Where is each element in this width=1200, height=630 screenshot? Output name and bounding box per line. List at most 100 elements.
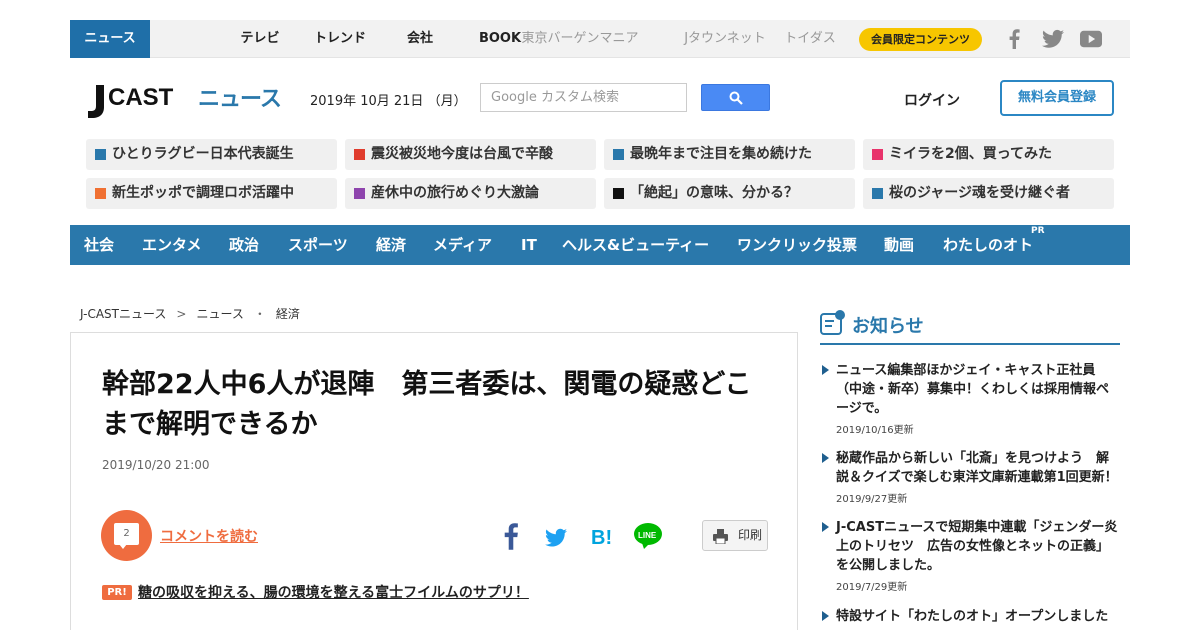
- trending-label: 産休中の旅行めぐり大激論: [371, 185, 539, 201]
- notice-heading: お知らせ: [852, 316, 924, 337]
- trending-link[interactable]: ミイラを2個、買ってみた: [863, 139, 1114, 170]
- trending-link[interactable]: 「絶起」の意味、分かる？: [604, 178, 855, 209]
- trending-label: 「絶起」の意味、分かる？: [630, 185, 798, 201]
- trending-link[interactable]: ひとりラグビー日本代表誕生: [86, 139, 337, 170]
- notice-text[interactable]: ニュース編集部ほかジェイ・キャスト正社員（中途・新卒）募集中！くわしくは採用情報…: [836, 361, 1120, 418]
- notice-text[interactable]: 特設サイト「わたしのオト」オープンしました: [836, 607, 1120, 626]
- top-nav: ニュース テレビ トレンド 会社 BOOK 東京バーゲンマニア Jタウンネット …: [70, 20, 1130, 58]
- color-square: [95, 149, 106, 160]
- notice-text[interactable]: 秘蔵作品から新しい「北斎」を見つけよう 解説＆クイズで楽しむ東洋文庫新連載第1回…: [836, 449, 1120, 487]
- breadcrumb-home[interactable]: J-CASTニュース: [80, 307, 166, 321]
- svg-text:LINE: LINE: [638, 531, 657, 540]
- trending-label: ひとりラグビー日本代表誕生: [112, 146, 294, 162]
- category-health-beauty[interactable]: ヘルス&ビューティー: [562, 225, 709, 265]
- arrow-right-icon: [822, 453, 829, 463]
- color-square: [613, 188, 624, 199]
- search-input[interactable]: Google カスタム検索: [480, 83, 687, 112]
- sponsored-link[interactable]: 糖の吸収を抑える、腸の環境を整える富士フイルムのサプリ！: [138, 582, 529, 602]
- print-button[interactable]: 印刷: [702, 520, 768, 551]
- link-j-town-net[interactable]: Jタウンネット: [670, 20, 780, 58]
- youtube-icon[interactable]: [1080, 29, 1102, 49]
- trending-link[interactable]: 桜のジャージ魂を受け継ぐ者: [863, 178, 1114, 209]
- svg-text:ニュース: ニュース: [198, 87, 281, 112]
- category-one-click-poll[interactable]: ワンクリック投票: [737, 225, 857, 265]
- trending-label: 新生ポッポで調理ロボ活躍中: [112, 185, 294, 201]
- notice-item[interactable]: 特設サイト「わたしのオト」オープンしました: [820, 607, 1120, 626]
- top-tab-trend[interactable]: トレンド: [300, 20, 380, 58]
- svg-text:B!: B!: [591, 527, 612, 549]
- hatena-bookmark-icon[interactable]: B!: [590, 522, 614, 550]
- pr-label: PR: [1031, 226, 1045, 236]
- twitter-icon[interactable]: [545, 522, 567, 550]
- comment-bubble-tail: [119, 544, 127, 549]
- category-it[interactable]: IT: [521, 225, 537, 265]
- facebook-icon[interactable]: [503, 522, 519, 550]
- category-sports[interactable]: スポーツ: [288, 225, 348, 265]
- article-card: 幹部22人中6人が退陣 第三者委は、関電の疑惑どこまで解明できるか 2019/1…: [70, 332, 798, 630]
- current-date: 2019年 10月 21日 （月）: [310, 94, 467, 109]
- color-square: [95, 188, 106, 199]
- search-button[interactable]: [701, 84, 770, 111]
- printer-icon: [713, 529, 728, 544]
- facebook-icon[interactable]: [1007, 29, 1021, 49]
- trending-link[interactable]: 震災被災地今度は台風で辛酸: [345, 139, 596, 170]
- arrow-right-icon: [822, 522, 829, 532]
- trending-label: 桜のジャージ魂を受け継ぐ者: [889, 185, 1071, 201]
- breadcrumb: J-CASTニュース > ニュース・経済: [80, 305, 300, 322]
- breadcrumb-separator: >: [176, 307, 187, 321]
- top-tab-company[interactable]: 会社: [380, 20, 460, 58]
- breadcrumb-separator: ・: [253, 307, 266, 321]
- trending-label: 震災被災地今度は台風で辛酸: [371, 146, 553, 162]
- notice-section-header: お知らせ: [820, 308, 1120, 345]
- trending-label: 最晩年まで注目を集め続けた: [630, 146, 812, 162]
- twitter-icon[interactable]: [1042, 29, 1064, 49]
- pr-badge: PR!: [102, 585, 132, 600]
- arrow-right-icon: [822, 365, 829, 375]
- notice-icon: [820, 310, 845, 335]
- trending-link[interactable]: 最晩年まで注目を集め続けた: [604, 139, 855, 170]
- color-square: [872, 188, 883, 199]
- trending-link[interactable]: 新生ポッポで調理ロボ活躍中: [86, 178, 337, 209]
- search-icon: [729, 91, 743, 105]
- register-button[interactable]: 無料会員登録: [1000, 80, 1114, 116]
- category-nav: 社会 エンタメ 政治 スポーツ 経済 メディア IT ヘルス&ビューティー ワン…: [70, 225, 1130, 265]
- link-toidasu[interactable]: トイダス: [770, 20, 850, 58]
- color-square: [354, 188, 365, 199]
- j-cast-news-logo[interactable]: CAST ニュース: [86, 80, 286, 120]
- notice-updated: 2019/7/29更新: [836, 582, 908, 593]
- top-tab-tv[interactable]: テレビ: [220, 20, 300, 58]
- category-society[interactable]: 社会: [84, 225, 114, 265]
- page: ニュース テレビ トレンド 会社 BOOK 東京バーゲンマニア Jタウンネット …: [0, 0, 1200, 630]
- trending-link[interactable]: 産休中の旅行めぐり大激論: [345, 178, 596, 209]
- color-square: [613, 149, 624, 160]
- color-square: [872, 149, 883, 160]
- breadcrumb-news[interactable]: ニュース: [196, 307, 243, 321]
- category-entertainment[interactable]: エンタメ: [142, 225, 202, 265]
- print-label: 印刷: [738, 528, 763, 542]
- notice-text[interactable]: J-CASTニュースで短期集中連載「ジェンダー炎上のトリセツ 広告の女性像とネッ…: [836, 518, 1120, 575]
- trending-label: ミイラを2個、買ってみた: [889, 146, 1053, 162]
- login-link[interactable]: ログイン: [904, 90, 960, 110]
- notice-item[interactable]: 秘蔵作品から新しい「北斎」を見つけよう 解説＆クイズで楽しむ東洋文庫新連載第1回…: [820, 449, 1120, 505]
- notice-item[interactable]: ニュース編集部ほかジェイ・キャスト正社員（中途・新卒）募集中！くわしくは採用情報…: [820, 361, 1120, 436]
- read-comments-link[interactable]: コメントを読む: [160, 526, 258, 546]
- top-tab-news[interactable]: ニュース: [70, 20, 150, 58]
- line-icon[interactable]: LINE: [633, 522, 663, 550]
- category-economy[interactable]: 経済: [376, 225, 406, 265]
- svg-text:CAST: CAST: [108, 84, 174, 111]
- breadcrumb-economy[interactable]: 経済: [276, 307, 300, 321]
- article-published-date: 2019/10/20 21:00: [102, 458, 210, 472]
- link-tokyo-bargain-mania[interactable]: 東京バーゲンマニア: [480, 20, 680, 58]
- notice-updated: 2019/10/16更新: [836, 425, 914, 436]
- comment-count: 2: [114, 523, 139, 545]
- comment-count-badge[interactable]: 2: [101, 510, 152, 561]
- color-square: [354, 149, 365, 160]
- category-politics[interactable]: 政治: [229, 225, 259, 265]
- member-contents-button[interactable]: 会員限定コンテンツ: [859, 28, 982, 51]
- notice-item[interactable]: J-CASTニュースで短期集中連載「ジェンダー炎上のトリセツ 広告の女性像とネッ…: [820, 518, 1120, 593]
- category-watashi-no-oto[interactable]: わたしのオト: [943, 225, 1033, 265]
- arrow-right-icon: [822, 611, 829, 621]
- category-media[interactable]: メディア: [433, 225, 492, 265]
- category-video[interactable]: 動画: [884, 225, 914, 265]
- notice-updated: 2019/9/27更新: [836, 494, 908, 505]
